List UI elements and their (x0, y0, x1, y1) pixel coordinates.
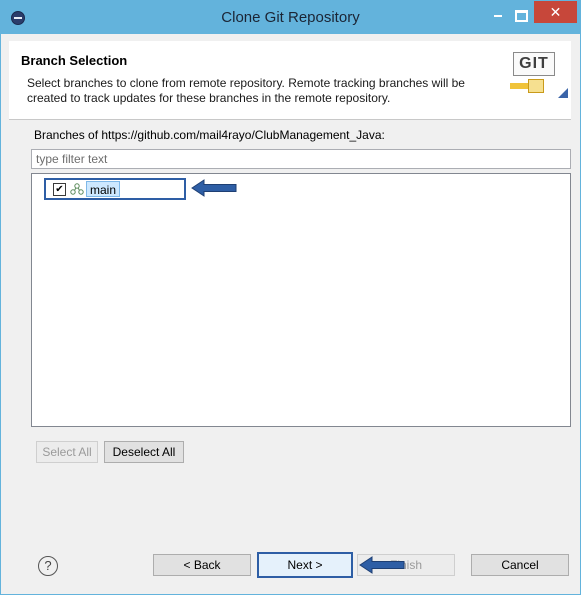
help-icon[interactable]: ? (38, 556, 58, 576)
next-button[interactable]: Next > (257, 552, 353, 578)
page-title: Branch Selection (21, 53, 128, 68)
page-description: Select branches to clone from remote rep… (27, 76, 465, 105)
branch-icon (70, 183, 84, 195)
cancel-button[interactable]: Cancel (471, 554, 569, 576)
select-all-button[interactable]: Select All (36, 441, 98, 463)
branch-list[interactable]: ✔ main (31, 173, 571, 427)
git-logo-corner (558, 88, 568, 98)
git-logo-text: GIT (513, 52, 555, 76)
branch-checkbox[interactable]: ✔ (53, 183, 66, 196)
maximize-button[interactable] (509, 7, 533, 29)
branch-filter-input[interactable] (31, 149, 571, 169)
git-logo: GIT (510, 52, 568, 104)
annotation-arrow-icon (191, 179, 237, 197)
git-logo-node (528, 79, 544, 93)
minimize-button[interactable] (485, 7, 511, 29)
branch-name: main (86, 181, 121, 197)
close-button[interactable]: ✕ (534, 1, 577, 23)
branch-item-main[interactable]: ✔ main (44, 178, 186, 200)
back-button[interactable]: < Back (153, 554, 251, 576)
branches-label: Branches of https://github.com/mail4rayo… (34, 128, 385, 142)
title-bar[interactable]: Clone Git Repository ✕ (1, 1, 580, 34)
clone-git-repository-dialog: Clone Git Repository ✕ Branch Selection … (0, 0, 581, 595)
deselect-all-button[interactable]: Deselect All (104, 441, 184, 463)
header-divider (9, 119, 571, 120)
annotation-arrow-next-icon (359, 556, 405, 574)
